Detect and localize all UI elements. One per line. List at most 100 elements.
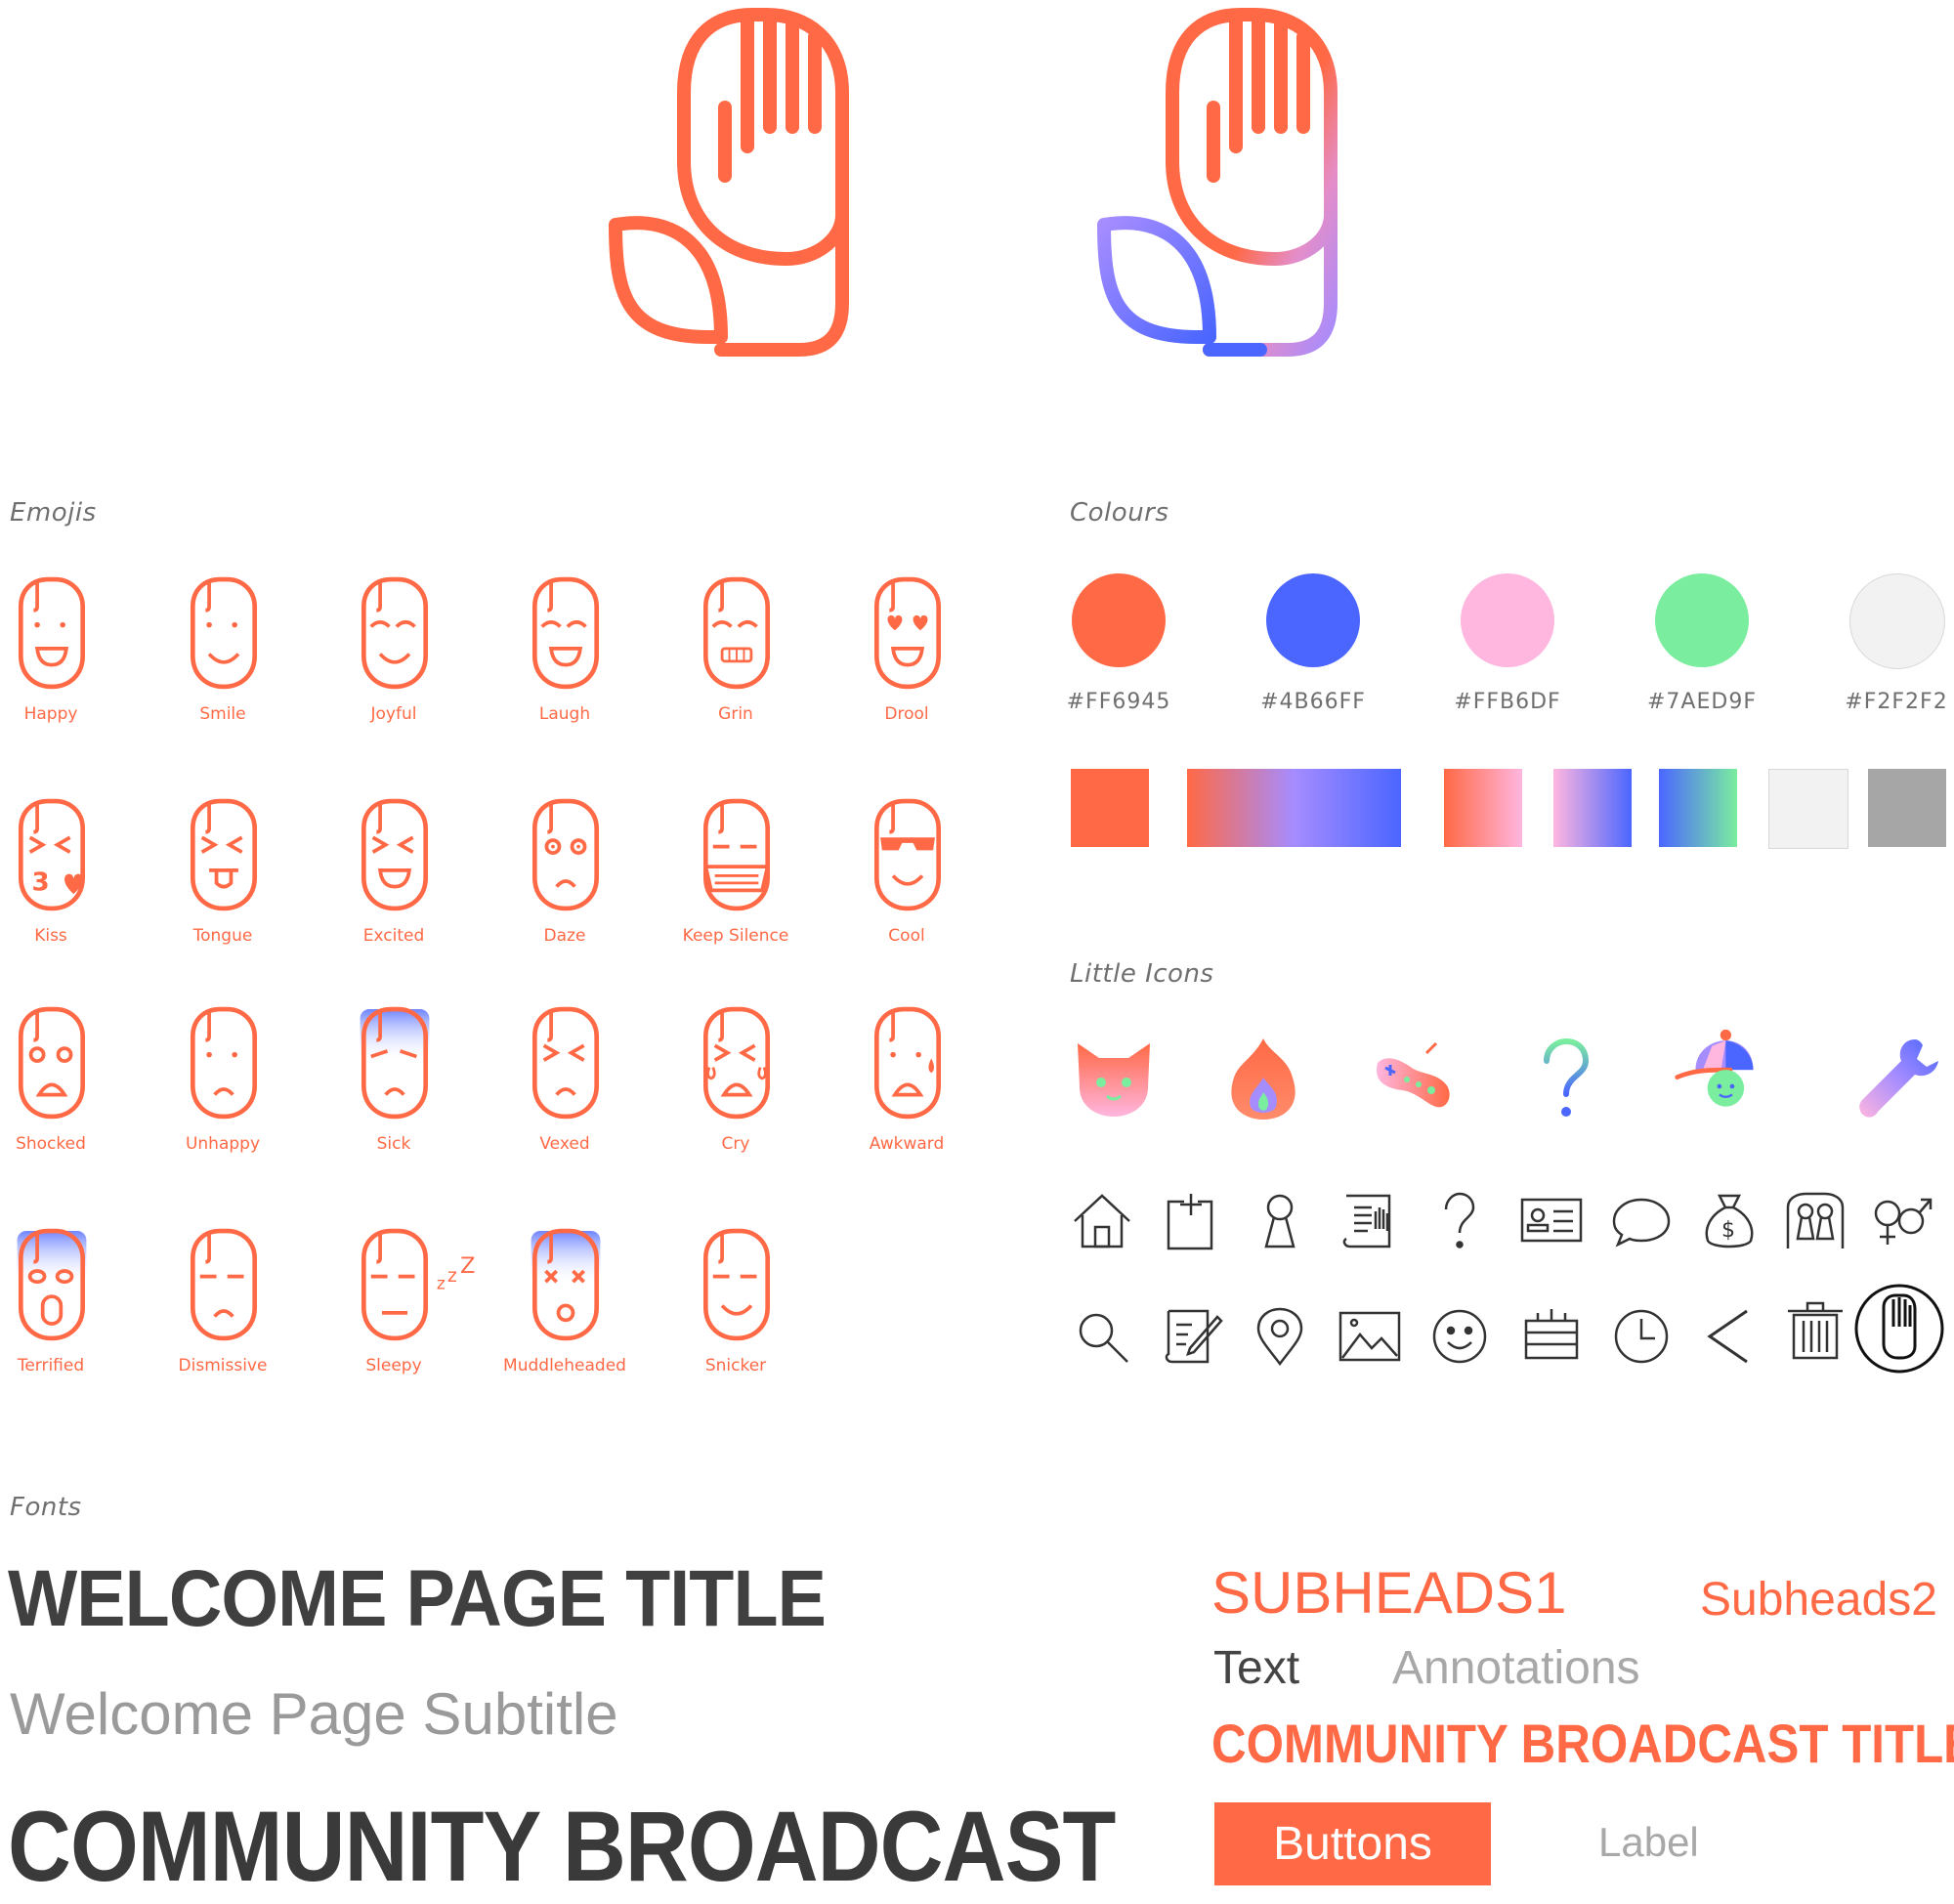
colour-hex-label: #FF6945 — [1066, 690, 1171, 714]
emoji-label: Laugh — [538, 704, 591, 724]
smiley-icon — [1428, 1305, 1491, 1368]
edit-note-icon — [1161, 1305, 1223, 1368]
emoji-shocked: Shocked — [0, 999, 119, 1195]
subheads2-sample: Subheads2 — [1700, 1574, 1937, 1626]
svg-text:Z: Z — [460, 1253, 475, 1279]
emoji-label: Snicker — [704, 1356, 767, 1375]
emoji-grin: Grin — [667, 570, 804, 765]
question-mark-icon — [1428, 1190, 1491, 1252]
emoji-face-icon — [531, 798, 600, 911]
fire-icon — [1219, 1034, 1307, 1121]
emoji-snicker: Snicker — [667, 1221, 804, 1417]
emoji-awkward: Awkward — [838, 999, 975, 1195]
emoji-smile: Smile — [154, 570, 291, 765]
emoji-joyful: Joyful — [325, 570, 462, 765]
search-icon — [1071, 1305, 1133, 1368]
emoji-face-icon — [873, 576, 942, 690]
emoji-face-icon — [18, 576, 86, 690]
emoji-tongue: Tongue — [154, 791, 291, 987]
lock-people-icon — [1784, 1190, 1847, 1252]
home-icon — [1071, 1190, 1133, 1252]
colour-swatch-circle — [1072, 573, 1166, 667]
svg-text:z: z — [447, 1266, 457, 1287]
emoji-label: Cool — [888, 926, 925, 946]
colour-hex-label: #F2F2F2 — [1845, 690, 1948, 714]
emoji-laugh: Laugh — [496, 570, 633, 765]
colour-hex-label: #4B66FF — [1260, 690, 1366, 714]
emoji-terrified: Terrified — [0, 1221, 119, 1417]
section-title-little-icons: Little Icons — [1070, 959, 1214, 989]
emoji-face-icon — [361, 798, 429, 911]
back-arrow-icon[interactable] — [1698, 1305, 1761, 1368]
emoji-face-icon — [17, 1228, 87, 1341]
emoji-face-icon — [190, 1228, 258, 1341]
emoji-cry: Cry — [667, 999, 804, 1195]
emoji-sleepy: z z Z Sleepy — [325, 1221, 475, 1417]
keyhole-icon — [1249, 1190, 1311, 1252]
hand-leaf-gradient-logo-icon — [1097, 8, 1338, 357]
section-title-colours: Colours — [1070, 498, 1169, 528]
id-card-icon — [1520, 1190, 1583, 1252]
hand-leaf-logo-icon — [609, 8, 849, 357]
section-title-fonts: Fonts — [10, 1493, 82, 1522]
emoji-label: Sick — [376, 1134, 411, 1154]
emoji-face-icon — [18, 1006, 86, 1120]
emoji-label: Dismissive — [178, 1356, 268, 1375]
emoji-label: Cry — [721, 1134, 750, 1154]
logo-gradient — [1075, 0, 1368, 371]
emoji-kiss: 3 Kiss — [0, 791, 119, 987]
emoji-keep-silence: Keep Silence — [667, 791, 804, 987]
wrench-icon — [1854, 1034, 1942, 1121]
gradient-swatch-orange-to-blue — [1187, 769, 1401, 847]
svg-text:$: $ — [1721, 1218, 1735, 1243]
emoji-vexed: Vexed — [496, 999, 633, 1195]
emoji-drool: Drool — [838, 570, 975, 765]
add-page-icon — [1161, 1190, 1223, 1252]
cat-icon — [1070, 1034, 1158, 1121]
emoji-sick: Sick — [325, 999, 462, 1195]
emoji-face-icon — [361, 576, 429, 690]
gradient-swatch-orange-to-pink — [1444, 769, 1522, 847]
emoji-label: Excited — [362, 926, 425, 946]
emoji-excited: Excited — [325, 791, 462, 987]
emoji-label: Happy — [23, 704, 78, 724]
emoji-face-icon: 3 — [18, 798, 86, 911]
gamepad-icon — [1368, 1034, 1456, 1121]
gradient-swatch-blue-to-green — [1659, 769, 1737, 847]
emoji-face-icon — [702, 576, 771, 690]
section-title-emojis: Emojis — [10, 498, 97, 528]
emoji-label: Vexed — [539, 1134, 590, 1154]
subheads1-sample: SUBHEADS1 — [1211, 1560, 1567, 1626]
clock-icon — [1610, 1305, 1673, 1368]
emoji-label: Grin — [718, 704, 753, 724]
emoji-face-icon — [360, 1006, 430, 1120]
money-bag-icon: $ — [1698, 1190, 1761, 1252]
colour-hex-label: #FFB6DF — [1454, 690, 1561, 714]
emoji-face-icon — [873, 798, 942, 911]
emoji-dismissive: Dismissive — [154, 1221, 291, 1417]
text-sample: Text — [1213, 1642, 1300, 1694]
image-icon — [1338, 1305, 1401, 1368]
emoji-label: Terrified — [17, 1356, 85, 1375]
emoji-label: Joyful — [370, 704, 417, 724]
welcome-page-subtitle-sample: Welcome Page Subtitle — [10, 1681, 618, 1747]
chat-bubble-icon — [1610, 1190, 1673, 1252]
emoji-face-icon: zzZ — [361, 1228, 475, 1341]
emoji-happy: Happy — [0, 570, 119, 765]
question-icon — [1519, 1034, 1607, 1121]
welcome-page-title-sample: WELCOME PAGE TITLE — [8, 1554, 827, 1643]
emoji-label: Shocked — [16, 1134, 86, 1154]
annotations-sample: Annotations — [1392, 1642, 1640, 1694]
emoji-face-icon — [531, 576, 600, 690]
button-sample[interactable]: Buttons — [1214, 1802, 1491, 1885]
colour-swatch-circle — [1849, 573, 1945, 669]
gradient-swatch-dark-grey — [1868, 769, 1946, 847]
label-sample: Label — [1598, 1819, 1699, 1865]
emoji-face-icon — [531, 1228, 601, 1341]
colour-hex-label: #7AED9F — [1647, 690, 1757, 714]
emoji-cool: Cool — [838, 791, 975, 987]
cap-kid-icon — [1673, 1028, 1761, 1116]
gradient-swatch-light-grey — [1768, 769, 1848, 849]
colour-swatch-circle — [1655, 573, 1749, 667]
gradient-swatch-solid-orange — [1071, 769, 1149, 847]
